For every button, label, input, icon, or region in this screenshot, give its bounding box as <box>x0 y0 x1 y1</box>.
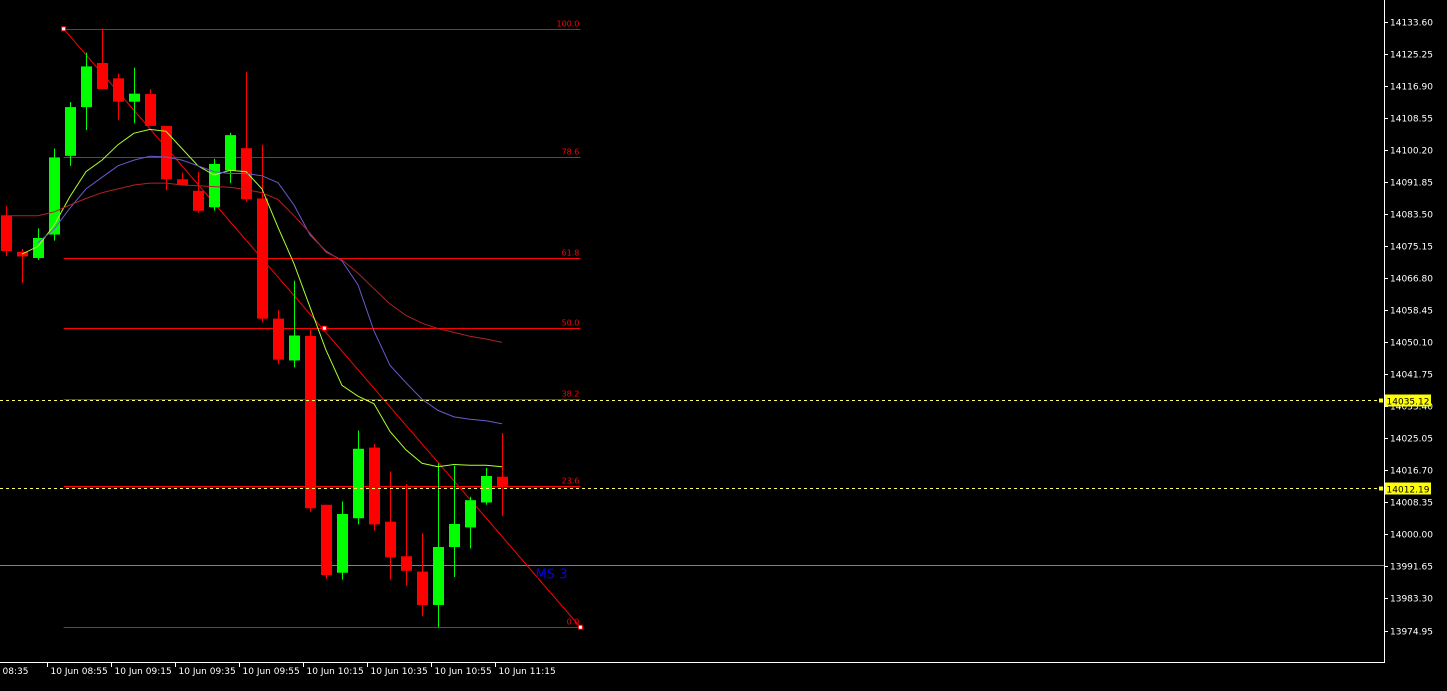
candle-body <box>385 521 396 558</box>
price-tick-label: 14108.55 <box>1390 115 1433 125</box>
price-tick-label: 14075.15 <box>1390 243 1433 253</box>
bull-candle <box>49 148 60 241</box>
candle-body <box>417 571 428 605</box>
bear-candle <box>305 329 316 512</box>
candle-body <box>369 447 380 525</box>
time-tick-label: 08:35 <box>3 667 29 677</box>
candle-body <box>225 135 236 171</box>
bear-candle <box>321 504 332 579</box>
fib-level-label: 23.6 <box>562 477 580 486</box>
bull-candle <box>209 158 220 211</box>
candle-body <box>449 523 460 548</box>
price-tick-label: 14016.70 <box>1390 467 1433 477</box>
price-tick-label: 14066.80 <box>1390 275 1433 285</box>
fib-level-label: 38.2 <box>562 390 580 399</box>
price-tick-label: 13974.95 <box>1390 628 1433 638</box>
candle-body <box>289 335 300 361</box>
candle-body <box>257 198 268 319</box>
price-tick-label: 14083.50 <box>1390 211 1433 221</box>
candle-body <box>193 190 204 211</box>
time-tick-label: 10 Jun 09:55 <box>243 667 300 677</box>
fib-level-label: 78.6 <box>562 148 580 157</box>
fib-anchor-handle[interactable] <box>577 624 583 630</box>
price-tick-label: 14058.45 <box>1390 307 1433 317</box>
price-tick-label: 14091.85 <box>1390 179 1433 189</box>
time-tick-label: 10 Jun 10:55 <box>435 667 492 677</box>
fib-anchor-handle[interactable] <box>61 26 67 32</box>
candle-body <box>1 215 12 252</box>
price-tag-label: 14012.19 <box>1387 486 1430 496</box>
candle-body <box>465 500 476 528</box>
ms-annotation-label: MS 3 <box>536 568 568 583</box>
bear-candle <box>145 89 156 126</box>
candle-body <box>481 475 492 503</box>
price-tick-label: 14050.10 <box>1390 339 1433 349</box>
bear-candle <box>369 444 380 531</box>
fib-level-label: 50.0 <box>562 319 580 328</box>
fib-level-label: 100.0 <box>556 20 579 29</box>
candle-body <box>273 318 284 360</box>
candle-body <box>305 335 316 509</box>
time-tick-label: 10 Jun 10:15 <box>307 667 364 677</box>
price-tick-label: 13991.65 <box>1390 563 1433 573</box>
time-tick-label: 10 Jun 11:15 <box>499 667 556 677</box>
candle-body <box>65 107 76 156</box>
candle-body <box>145 94 156 126</box>
candle-body <box>353 448 364 519</box>
price-tag-label: 14035.12 <box>1387 398 1430 408</box>
price-tick-label: 13983.30 <box>1390 595 1433 605</box>
price-tick-label: 14025.05 <box>1390 435 1433 445</box>
candle-body <box>129 93 140 102</box>
time-tick-label: 10 Jun 09:15 <box>115 667 172 677</box>
price-tick-label: 14008.35 <box>1390 499 1433 509</box>
price-tag-marker <box>1379 398 1383 403</box>
candle-body <box>97 62 108 90</box>
price-tag-marker <box>1379 486 1383 491</box>
price-tick-label: 14116.90 <box>1390 83 1433 93</box>
candle-body <box>81 66 92 108</box>
time-tick-label: 10 Jun 08:55 <box>51 667 108 677</box>
price-chart[interactable]: 100.078.661.850.038.223.60.0 MS 3 14133.… <box>0 0 1447 687</box>
price-tick-label: 14125.25 <box>1390 51 1433 61</box>
chart-window[interactable]: 100.0 78.6 61.8 50.0 38.2 23.6 0.0 MS 3 14133.… <box>0 0 1447 687</box>
time-tick-label: 10 Jun 09:35 <box>179 667 236 677</box>
time-tick-label: 10 Jun 10:35 <box>371 667 428 677</box>
fib-level-label: 61.8 <box>562 249 580 258</box>
candle-body <box>401 556 412 571</box>
candle-body <box>113 78 124 102</box>
fib-anchor-handle[interactable] <box>321 325 327 331</box>
price-tick-label: 14000.00 <box>1390 531 1433 541</box>
candle-body <box>321 504 332 576</box>
price-tick-label: 14041.75 <box>1390 371 1433 381</box>
candle-body <box>433 547 444 605</box>
chart-background <box>0 0 1447 687</box>
candle-body <box>161 125 172 180</box>
candle-body <box>497 476 508 488</box>
candle-body <box>337 513 348 573</box>
price-tick-label: 14133.60 <box>1390 19 1433 29</box>
price-tick-label: 14100.20 <box>1390 147 1433 157</box>
